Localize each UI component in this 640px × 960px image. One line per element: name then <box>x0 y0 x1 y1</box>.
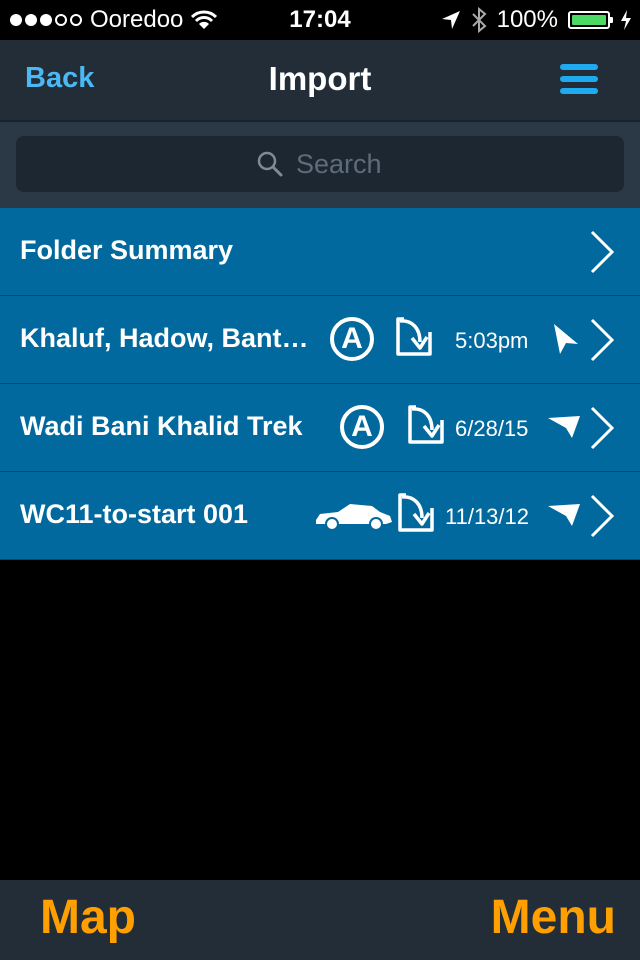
chevron-right-icon <box>590 494 615 538</box>
list-item-date: 11/13/12 <box>445 504 530 529</box>
menu-button[interactable]: Menu <box>491 890 616 945</box>
map-button[interactable]: Map <box>40 890 136 945</box>
location-arrow-icon <box>441 11 460 29</box>
paper-plane-icon <box>548 416 580 438</box>
list-item-title: Khaluf, Hadow, Bant… <box>20 323 309 353</box>
battery-icon <box>568 11 613 29</box>
chevron-right-icon <box>590 230 615 274</box>
search-icon <box>257 151 283 177</box>
list-item[interactable]: WC11-to-start 001 11/13/12 <box>0 472 640 560</box>
import-arrow-icon <box>408 405 444 444</box>
charging-bolt-icon <box>621 10 631 30</box>
cursor-pointer-icon <box>554 324 578 354</box>
chevron-right-icon <box>590 318 615 362</box>
import-list: Folder Summary Khaluf, Hadow, Bant… A 5:… <box>0 208 640 560</box>
list-item-title: Wadi Bani Khalid Trek <box>20 411 303 441</box>
paper-plane-icon <box>548 504 580 526</box>
bottom-toolbar: Map Menu <box>0 880 640 960</box>
page-title: Import <box>268 60 372 97</box>
search-bar <box>0 122 640 208</box>
auto-route-icon: A <box>330 317 374 361</box>
import-arrow-icon <box>396 317 432 356</box>
list-item-title: Folder Summary <box>20 235 234 265</box>
auto-route-icon: A <box>340 405 384 449</box>
car-icon <box>316 504 392 531</box>
bluetooth-icon <box>471 7 487 33</box>
search-input[interactable] <box>296 146 596 182</box>
navigation-bar: Back Import <box>0 40 640 122</box>
list-item-title: WC11-to-start 001 <box>20 499 249 529</box>
import-arrow-icon <box>398 493 434 532</box>
list-item-date: 6/28/15 <box>455 416 529 441</box>
list-item[interactable]: Wadi Bani Khalid Trek A 6/28/15 <box>0 384 640 472</box>
list-item[interactable]: Khaluf, Hadow, Bant… A 5:03pm <box>0 296 640 384</box>
status-right: 100% <box>441 6 632 34</box>
status-bar: Ooredoo 17:04 100% <box>0 0 640 40</box>
list-item-folder-summary[interactable]: Folder Summary <box>0 208 640 296</box>
hamburger-menu-icon[interactable] <box>560 64 598 94</box>
list-item-date: 5:03pm <box>455 328 529 353</box>
search-field[interactable] <box>16 136 624 192</box>
chevron-right-icon <box>590 406 615 450</box>
battery-percent: 100% <box>496 6 558 33</box>
